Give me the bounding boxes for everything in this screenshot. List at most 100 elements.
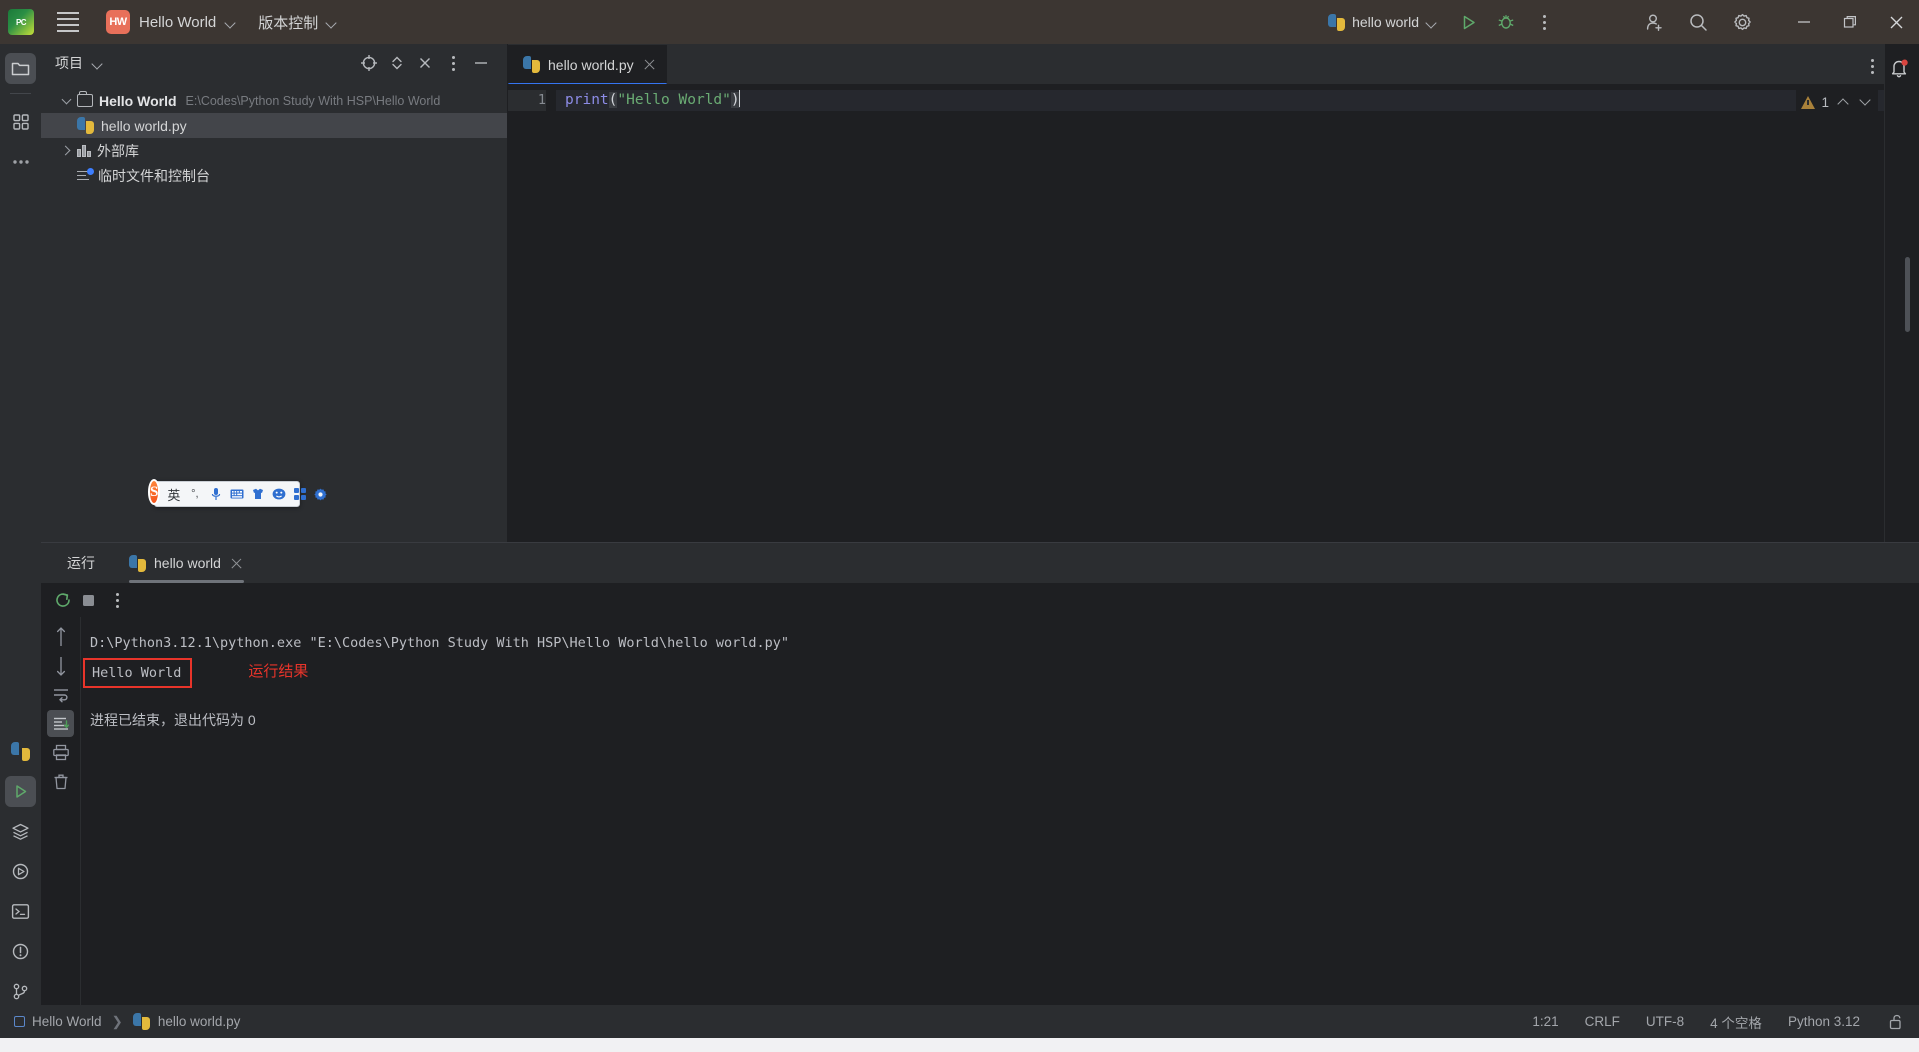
caret-position[interactable]: 1:21: [1532, 1014, 1558, 1029]
chevron-down-icon[interactable]: [1857, 94, 1873, 110]
tree-item-external-libraries[interactable]: 外部库: [41, 138, 507, 163]
chevron-down-icon[interactable]: [92, 58, 103, 69]
sidebar-item-version-control[interactable]: [5, 976, 36, 1007]
indent-setting[interactable]: 4 个空格: [1710, 1012, 1762, 1032]
more-vertical-icon: [1542, 14, 1546, 30]
close-icon[interactable]: [642, 57, 657, 72]
tree-item-label: Hello World: [99, 92, 177, 109]
arrow-down-icon: [56, 656, 65, 676]
editor-tab-bar: hello world.py: [508, 44, 1884, 86]
maximize-button[interactable]: [1827, 0, 1873, 44]
hamburger-menu-icon[interactable]: [50, 4, 86, 40]
file-encoding[interactable]: UTF-8: [1646, 1014, 1684, 1029]
sidebar-item-problems[interactable]: [5, 936, 36, 967]
run-configuration-selector[interactable]: hello world: [1328, 13, 1437, 31]
library-icon: [77, 144, 92, 157]
chevron-down-icon: [1426, 17, 1437, 28]
run-panel-side-toolbar: [41, 617, 81, 1019]
sidebar-item-services[interactable]: [5, 816, 36, 847]
chevron-down-icon[interactable]: [55, 96, 77, 105]
code-line-1[interactable]: print("Hello World"): [556, 90, 1884, 111]
code-token-string: "Hello World": [617, 92, 731, 108]
sidebar-item-terminal[interactable]: [5, 896, 36, 927]
project-selector[interactable]: Hello World: [130, 14, 236, 31]
code-token-keyword: print: [565, 92, 609, 108]
tree-item-scratches-and-consoles[interactable]: 临时文件和控制台: [41, 163, 507, 188]
run-button[interactable]: [1451, 5, 1485, 39]
tree-item-hello-world[interactable]: Hello World E:\Codes\Python Study With H…: [41, 88, 507, 113]
keyboard-icon[interactable]: [229, 484, 244, 504]
vcs-widget[interactable]: 版本控制: [236, 12, 337, 33]
add-user-icon: [1646, 14, 1662, 31]
python-file-icon: [132, 1013, 150, 1030]
close-button[interactable]: [1873, 0, 1919, 44]
sidebar-item-python-console[interactable]: [5, 736, 36, 767]
account-button[interactable]: [1637, 5, 1671, 39]
sidebar-item-more[interactable]: [5, 146, 36, 177]
select-opened-file-button[interactable]: [355, 49, 383, 77]
editor-options-button[interactable]: [1871, 59, 1874, 74]
editor-tab-hello-world-py[interactable]: hello world.py: [508, 45, 667, 86]
project-options-button[interactable]: [439, 49, 467, 77]
notifications-button[interactable]: [1887, 56, 1911, 80]
maximize-icon: [1843, 16, 1856, 28]
clear-all-button[interactable]: [47, 768, 74, 795]
project-panel-title: 项目: [55, 55, 83, 71]
scroll-to-end-button[interactable]: [47, 710, 74, 737]
print-button[interactable]: [47, 739, 74, 766]
git-branch-icon: [13, 983, 28, 1000]
emoji-icon[interactable]: [271, 484, 286, 504]
scroll-up-button[interactable]: [47, 623, 74, 650]
sidebar-item-run[interactable]: [5, 776, 36, 807]
tree-item-hello-world-py[interactable]: hello world.py: [41, 113, 507, 138]
breadcrumb-file[interactable]: hello world.py: [158, 1014, 241, 1029]
minimize-icon: [1798, 21, 1810, 23]
title-bar: HW Hello World 版本控制 hello world: [0, 0, 1919, 44]
pycharm-logo: [8, 9, 34, 35]
mic-icon[interactable]: [208, 484, 223, 504]
editor-scrollbar-thumb[interactable]: [1905, 257, 1910, 332]
run-console-output[interactable]: D:\Python3.12.1\python.exe "E:\Codes\Pyt…: [81, 617, 1919, 1019]
chevron-right-icon[interactable]: [55, 146, 77, 155]
ime-punctuation[interactable]: °,: [187, 484, 202, 504]
close-icon: [420, 58, 430, 68]
breadcrumb-separator: ❯: [111, 1013, 123, 1029]
run-tab-hello-world[interactable]: hello world: [129, 543, 244, 583]
sogou-ime-toolbar[interactable]: S 英 °,: [148, 479, 327, 507]
search-button[interactable]: [1681, 5, 1715, 39]
minimize-button[interactable]: [1781, 0, 1827, 44]
hide-panel-button[interactable]: [411, 49, 439, 77]
rail-divider: [10, 93, 31, 94]
annotation-label: 运行结果: [248, 662, 309, 680]
chevron-up-icon[interactable]: [1835, 94, 1851, 110]
ime-mode-chinese[interactable]: 英: [166, 484, 181, 504]
settings-button[interactable]: [1725, 5, 1759, 39]
stop-button[interactable]: [83, 594, 94, 606]
settings-icon[interactable]: [313, 484, 328, 504]
sidebar-item-structure[interactable]: [5, 106, 36, 137]
python-interpreter[interactable]: Python 3.12: [1788, 1014, 1860, 1029]
read-only-toggle[interactable]: [1888, 1014, 1905, 1030]
code-editor[interactable]: 1 print("Hello World") 1: [508, 84, 1884, 542]
minimize-panel-button[interactable]: [467, 49, 495, 77]
expand-collapse-button[interactable]: [383, 49, 411, 77]
scroll-down-button[interactable]: [47, 652, 74, 679]
soft-wrap-button[interactable]: [47, 681, 74, 708]
debug-button[interactable]: [1489, 5, 1523, 39]
breadcrumb-project[interactable]: Hello World: [32, 1014, 102, 1029]
line-separator[interactable]: CRLF: [1585, 1014, 1620, 1029]
sidebar-item-python-packages[interactable]: [5, 856, 36, 887]
rerun-button[interactable]: [53, 590, 73, 610]
close-icon[interactable]: [229, 556, 244, 571]
run-options-button[interactable]: [116, 592, 119, 608]
tree-item-label: 外部库: [97, 142, 139, 159]
skin-icon[interactable]: [250, 484, 265, 504]
breadcrumb[interactable]: Hello World: [14, 1014, 102, 1029]
apps-icon[interactable]: [292, 484, 307, 504]
inspection-widget[interactable]: 1: [1796, 89, 1878, 115]
sidebar-item-project[interactable]: [5, 53, 36, 84]
warning-count: 1: [1821, 94, 1829, 110]
more-run-options-button[interactable]: [1527, 5, 1561, 39]
warning-triangle-icon: [1801, 95, 1816, 109]
editor-area: hello world.py 1 print("Hello World") 1: [508, 44, 1884, 542]
